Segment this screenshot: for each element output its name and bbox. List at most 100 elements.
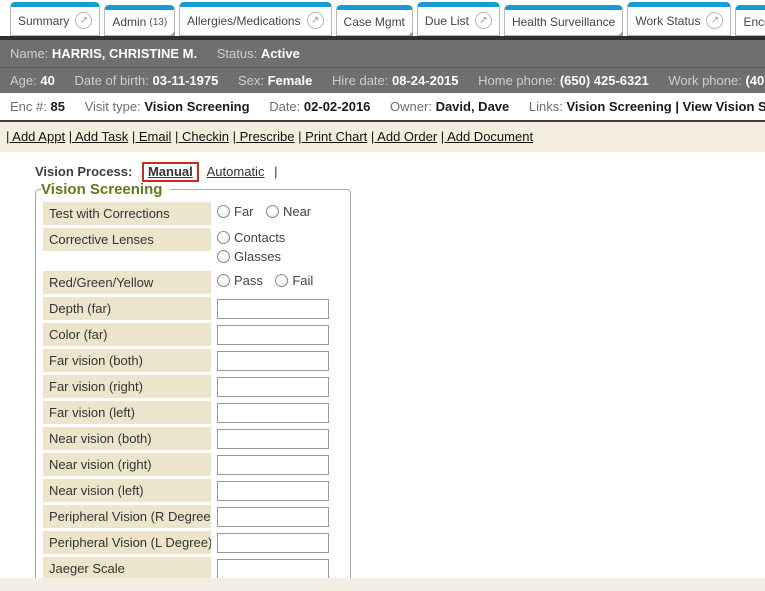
radio-option[interactable]: Far — [217, 204, 254, 219]
field-label: Date of birth: — [74, 73, 148, 88]
field-label: Peripheral Vision (L Degree) — [43, 531, 211, 554]
field-control — [217, 349, 343, 371]
action-link[interactable]: Prescribe — [233, 129, 295, 144]
form-row: Near vision (both) — [43, 427, 343, 450]
tab-bar: Summary ↗ Admin (13) Allergies/Medicatio… — [0, 0, 765, 36]
form-row: Peripheral Vision (L Degree) — [43, 531, 343, 554]
field-label: Corrective Lenses — [43, 228, 211, 251]
field-label: Near vision (right) — [43, 453, 211, 476]
field-value: David, Dave — [436, 99, 510, 114]
vision-screening-fieldset: Vision Screening Test with Corrections F… — [35, 181, 351, 591]
field-label: Owner: — [390, 99, 432, 114]
external-link-icon[interactable]: ↗ — [75, 12, 92, 29]
external-link-icon[interactable]: ↗ — [307, 12, 324, 29]
field-value: Female — [268, 73, 313, 88]
field-control — [217, 323, 343, 345]
text-input[interactable] — [217, 325, 329, 345]
radio-input[interactable] — [217, 250, 230, 263]
text-input[interactable] — [217, 507, 329, 527]
vision-process-automatic-link[interactable]: Automatic — [207, 164, 265, 179]
field-label: Color (far) — [43, 323, 211, 346]
action-link[interactable]: Checkin — [175, 129, 229, 144]
action-link[interactable]: Email — [132, 129, 172, 144]
text-input[interactable] — [217, 377, 329, 397]
radio-label: Near — [283, 204, 311, 219]
field-label: Enc #: — [10, 99, 47, 114]
field-value: (407) 939 — [745, 73, 765, 88]
form-row: Peripheral Vision (R Degree) — [43, 505, 343, 528]
radio-option[interactable]: Near — [266, 204, 311, 219]
radio-option[interactable]: Pass — [217, 273, 263, 288]
patient-field: Name: HARRIS, CHRISTINE M. — [10, 46, 197, 61]
field-label: Near vision (both) — [43, 427, 211, 450]
tab[interactable]: Case Mgmt — [336, 5, 413, 36]
encounter-field: Enc #: 85 — [10, 99, 65, 114]
encounter-link[interactable]: View Vision Screening — [672, 99, 765, 114]
patient-name-bar: Name: HARRIS, CHRISTINE M. Status: Activ… — [0, 40, 765, 67]
field-value: 40 — [40, 73, 54, 88]
field-value: (650) 425-6321 — [560, 73, 649, 88]
radio-input[interactable] — [217, 231, 230, 244]
field-label: Date: — [269, 99, 300, 114]
text-input[interactable] — [217, 533, 329, 553]
demographic-field: Work phone: (407) 939 — [668, 73, 765, 88]
vision-process-row: Vision Process: Manual Automatic | — [35, 164, 765, 179]
external-link-icon[interactable]: ↗ — [475, 12, 492, 29]
action-link[interactable]: Add Task — [69, 129, 129, 144]
field-label: Far vision (both) — [43, 349, 211, 372]
external-link-icon[interactable]: ↗ — [706, 12, 723, 29]
radio-input[interactable] — [275, 274, 288, 287]
encounter-field: Owner: David, Dave — [390, 99, 509, 114]
demographic-field: Hire date: 08-24-2015 — [332, 73, 459, 88]
field-label: Red/Green/Yellow — [43, 271, 211, 294]
tab[interactable]: Enco — [735, 5, 765, 36]
tab[interactable]: Summary ↗ — [10, 2, 100, 36]
form-row: Test with Corrections Far Near — [43, 202, 343, 225]
field-control — [217, 427, 343, 449]
field-value: 02-02-2016 — [304, 99, 371, 114]
tab[interactable]: Work Status ↗ — [627, 2, 731, 36]
field-label: Peripheral Vision (R Degree) — [43, 505, 211, 528]
encounter-link[interactable]: Vision Screening — [566, 99, 671, 114]
text-input[interactable] — [217, 455, 329, 475]
tab[interactable]: Due List ↗ — [417, 2, 500, 36]
text-input[interactable] — [217, 559, 329, 579]
field-control — [217, 557, 343, 579]
links-group: Links: Vision ScreeningView Vision Scree… — [529, 99, 765, 114]
field-value: 03-11-1975 — [153, 73, 219, 88]
radio-input[interactable] — [217, 205, 230, 218]
field-control — [217, 375, 343, 397]
dropdown-fold-icon — [406, 31, 413, 36]
radio-option[interactable]: Glasses — [217, 249, 281, 264]
demographic-field: Age: 40 — [10, 73, 55, 88]
radio-label: Pass — [234, 273, 263, 288]
demographic-field: Sex: Female — [238, 73, 312, 88]
radio-option[interactable]: Fail — [275, 273, 313, 288]
tab[interactable]: Allergies/Medications ↗ — [179, 2, 331, 36]
encounter-bar: Enc #: 85 Visit type: Vision Screening D… — [0, 93, 765, 122]
dropdown-fold-icon — [616, 31, 623, 36]
field-value: Vision Screening — [144, 99, 249, 114]
tab[interactable]: Admin (13) — [104, 5, 175, 36]
action-link[interactable]: Add Document — [441, 129, 533, 144]
text-input[interactable] — [217, 299, 329, 319]
radio-option[interactable]: Contacts — [217, 230, 285, 245]
field-control — [217, 531, 343, 553]
text-input[interactable] — [217, 403, 329, 423]
field-value: Active — [261, 46, 300, 61]
radio-input[interactable] — [266, 205, 279, 218]
action-link[interactable]: Add Appt — [6, 129, 65, 144]
text-input[interactable] — [217, 481, 329, 501]
field-value: 08-24-2015 — [392, 73, 459, 88]
tab[interactable]: Health Surveillance — [504, 5, 623, 36]
field-control: Far Near — [217, 202, 343, 223]
text-input[interactable] — [217, 351, 329, 371]
vision-process-manual-link[interactable]: Manual — [142, 162, 199, 182]
field-label: Age: — [10, 73, 37, 88]
text-input[interactable] — [217, 429, 329, 449]
action-link[interactable]: Add Order — [371, 129, 437, 144]
action-link[interactable]: Print Chart — [298, 129, 367, 144]
field-value: 85 — [50, 99, 64, 114]
radio-input[interactable] — [217, 274, 230, 287]
field-label: Work phone: — [668, 73, 741, 88]
